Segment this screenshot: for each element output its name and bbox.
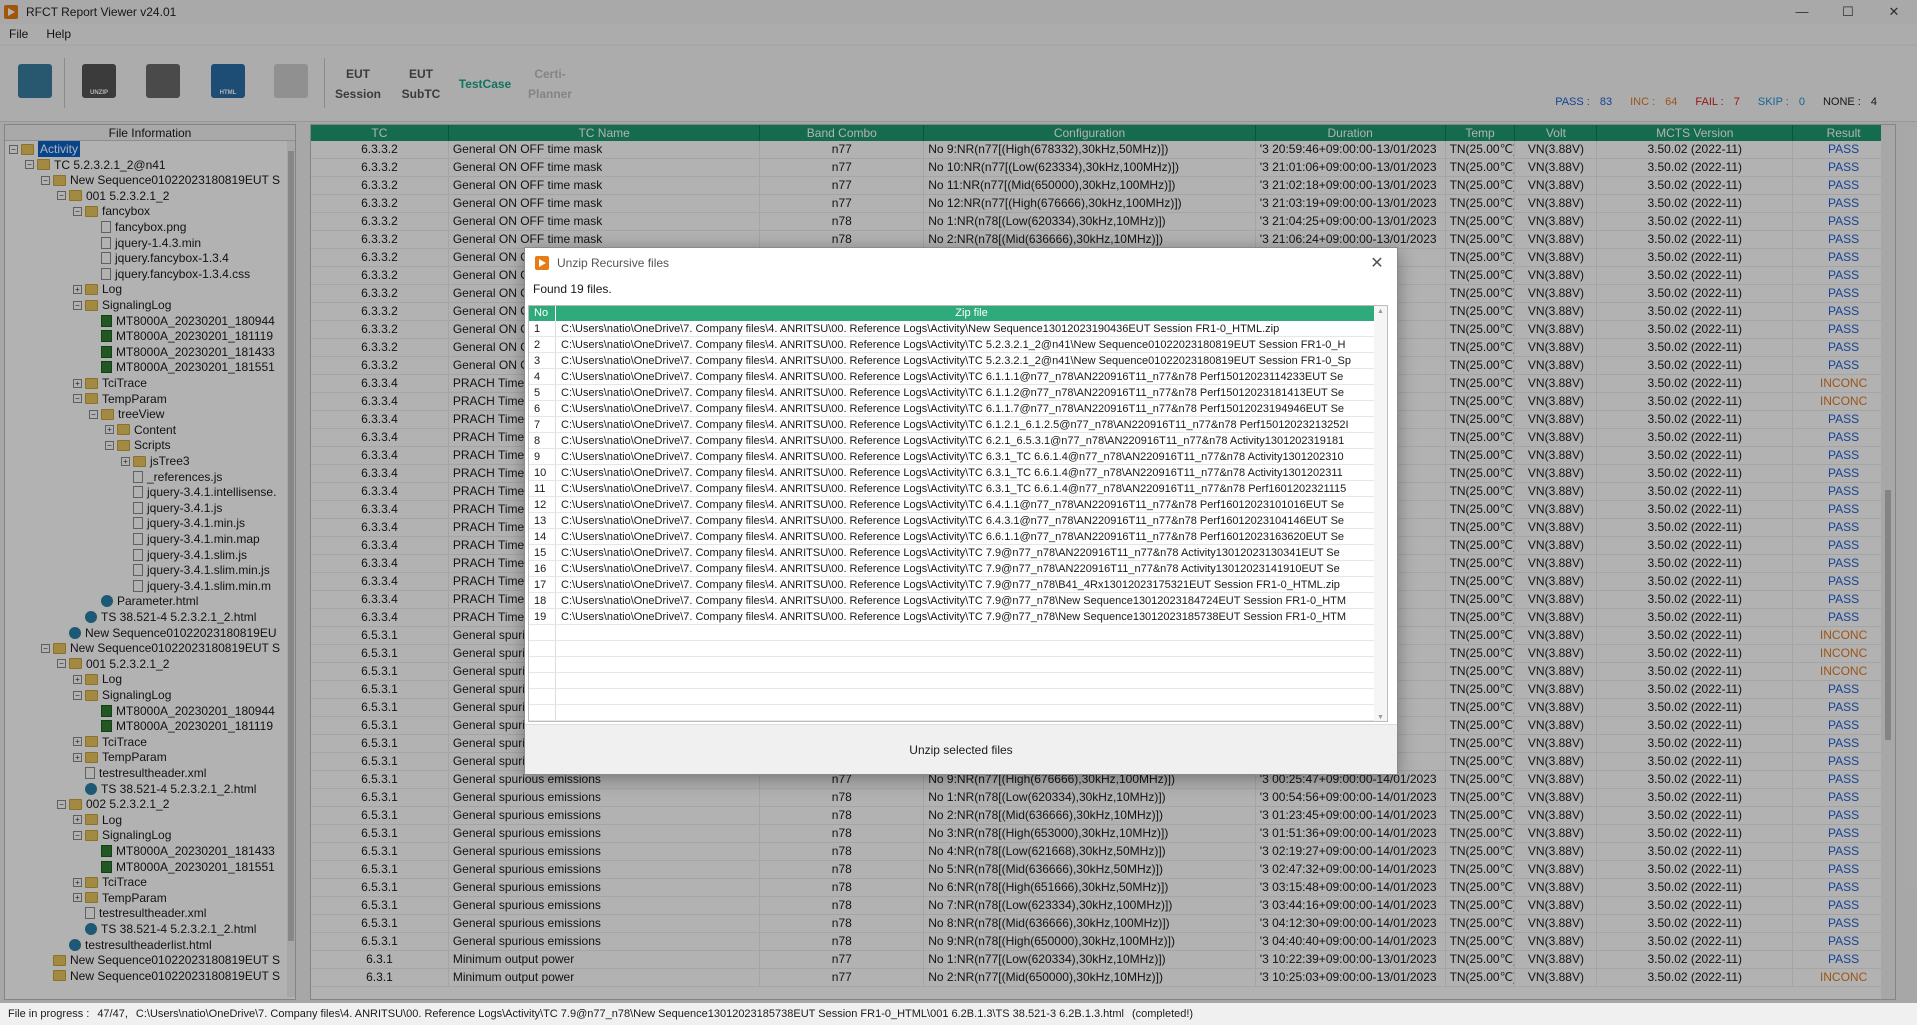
progress-state: (completed!) [1131,1008,1194,1020]
empty-cell [529,705,556,720]
zip-file-row[interactable]: 7 C:\Users\natio\OneDrive\7. Company file… [529,417,1387,433]
zip-file-row[interactable]: 16 C:\Users\natio\OneDrive\7. Company fil… [529,561,1387,577]
zip-row-number: 9 [529,449,556,464]
progress-label: File in progress : [8,1008,90,1020]
empty-cell [529,689,556,704]
zip-row-path: C:\Users\natio\OneDrive\7. Company files… [561,467,1343,479]
dialog-app-icon [535,256,549,270]
zip-row-path: C:\Users\natio\OneDrive\7. Company files… [561,451,1344,463]
zip-row-number: 10 [529,465,556,480]
zip-row-number: 17 [529,577,556,592]
zip-file-row[interactable]: 9 C:\Users\natio\OneDrive\7. Company file… [529,449,1387,465]
zip-row-number: 8 [529,433,556,448]
zip-row-number: 4 [529,369,556,384]
zip-row-path: C:\Users\natio\OneDrive\7. Company files… [561,563,1340,575]
empty-row [529,673,1387,689]
zip-row-number: 2 [529,337,556,352]
empty-row [529,705,1387,721]
zip-row-number: 3 [529,353,556,368]
zip-row-number: 12 [529,497,556,512]
empty-row [529,625,1387,641]
zip-row-path: C:\Users\natio\OneDrive\7. Company files… [561,483,1347,495]
zip-row-number: 19 [529,609,556,624]
empty-cell [556,641,1387,656]
zip-table-header: No Zip file [529,306,1387,321]
col-zip-file: Zip file [955,307,988,319]
dialog-close-icon[interactable]: ✕ [1357,253,1397,273]
unzip-selected-button[interactable]: Unzip selected files [525,725,1397,775]
zip-row-number: 13 [529,513,556,528]
zip-row-number: 6 [529,401,556,416]
zip-row-path: C:\Users\natio\OneDrive\7. Company files… [561,579,1340,591]
empty-cell [529,657,556,672]
zip-file-row[interactable]: 4 C:\Users\natio\OneDrive\7. Company file… [529,369,1387,385]
zip-row-path: C:\Users\natio\OneDrive\7. Company files… [561,595,1347,607]
zip-row-number: 11 [529,481,556,496]
empty-cell [556,689,1387,704]
zip-file-row[interactable]: 2 C:\Users\natio\OneDrive\7. Company file… [529,337,1387,353]
zip-row-number: 5 [529,385,556,400]
zip-table-body: 1 C:\Users\natio\OneDrive\7. Company file… [529,321,1387,721]
zip-row-number: 18 [529,593,556,608]
progress-count: 47/47, [97,1008,128,1020]
zip-file-row[interactable]: 5 C:\Users\natio\OneDrive\7. Company file… [529,385,1387,401]
status-bar: File in progress : 47/47, C:\Users\natio… [0,1003,1917,1025]
zip-file-row[interactable]: 12 C:\Users\natio\OneDrive\7. Company fil… [529,497,1387,513]
scroll-up-icon[interactable]: ▲ [1377,308,1384,315]
col-no: No [529,306,556,321]
zip-row-path: C:\Users\natio\OneDrive\7. Company files… [561,419,1349,431]
zip-row-number: 1 [529,321,556,336]
dialog-title: Unzip Recursive files [557,256,670,270]
dialog-footer: Unzip selected files [525,724,1397,774]
zip-file-row[interactable]: 14 C:\Users\natio\OneDrive\7. Company fil… [529,529,1387,545]
zip-file-row[interactable]: 17 C:\Users\natio\OneDrive\7. Company fil… [529,577,1387,593]
zip-row-path: C:\Users\natio\OneDrive\7. Company files… [561,339,1346,351]
empty-row [529,689,1387,705]
empty-cell [556,657,1387,672]
empty-row [529,641,1387,657]
scroll-down-icon[interactable]: ▼ [1377,714,1384,721]
empty-cell [556,673,1387,688]
zip-scrollbar[interactable]: ▲ ▼ [1374,306,1387,721]
zip-row-path: C:\Users\natio\OneDrive\7. Company files… [561,355,1351,367]
zip-row-number: 15 [529,545,556,560]
zip-row-path: C:\Users\natio\OneDrive\7. Company files… [561,371,1344,383]
zip-row-path: C:\Users\natio\OneDrive\7. Company files… [561,499,1345,511]
empty-cell [529,625,556,640]
empty-row [529,657,1387,673]
unzip-dialog: Unzip Recursive files ✕ Found 19 files. … [524,247,1398,775]
zip-row-path: C:\Users\natio\OneDrive\7. Company files… [561,611,1347,623]
zip-file-row[interactable]: 10 C:\Users\natio\OneDrive\7. Company fil… [529,465,1387,481]
zip-row-number: 7 [529,417,556,432]
empty-cell [529,641,556,656]
zip-file-row[interactable]: 11 C:\Users\natio\OneDrive\7. Company fil… [529,481,1387,497]
zip-file-table: No Zip file 1 C:\Users\natio\OneDrive\7. … [528,305,1388,722]
zip-file-row[interactable]: 6 C:\Users\natio\OneDrive\7. Company file… [529,401,1387,417]
empty-cell [529,673,556,688]
zip-row-path: C:\Users\natio\OneDrive\7. Company files… [561,547,1340,559]
zip-file-row[interactable]: 1 C:\Users\natio\OneDrive\7. Company file… [529,321,1387,337]
zip-file-row[interactable]: 8 C:\Users\natio\OneDrive\7. Company file… [529,433,1387,449]
zip-row-path: C:\Users\natio\OneDrive\7. Company files… [561,435,1345,447]
zip-file-row[interactable]: 15 C:\Users\natio\OneDrive\7. Company fil… [529,545,1387,561]
zip-row-path: C:\Users\natio\OneDrive\7. Company files… [561,323,1280,335]
zip-file-row[interactable]: 3 C:\Users\natio\OneDrive\7. Company file… [529,353,1387,369]
empty-cell [556,625,1387,640]
zip-row-number: 14 [529,529,556,544]
zip-file-row[interactable]: 19 C:\Users\natio\OneDrive\7. Company fil… [529,609,1387,625]
found-files-text: Found 19 files. [533,282,612,296]
current-file-path: C:\Users\natio\OneDrive\7. Company files… [135,1008,1124,1020]
zip-file-row[interactable]: 13 C:\Users\natio\OneDrive\7. Company fil… [529,513,1387,529]
zip-file-row[interactable]: 18 C:\Users\natio\OneDrive\7. Company fil… [529,593,1387,609]
zip-row-path: C:\Users\natio\OneDrive\7. Company files… [561,531,1345,543]
zip-row-number: 16 [529,561,556,576]
empty-cell [556,705,1387,720]
zip-row-path: C:\Users\natio\OneDrive\7. Company files… [561,403,1345,415]
zip-row-path: C:\Users\natio\OneDrive\7. Company files… [561,515,1345,527]
dialog-title-bar: Unzip Recursive files ✕ [525,248,1397,278]
zip-row-path: C:\Users\natio\OneDrive\7. Company files… [561,387,1345,399]
